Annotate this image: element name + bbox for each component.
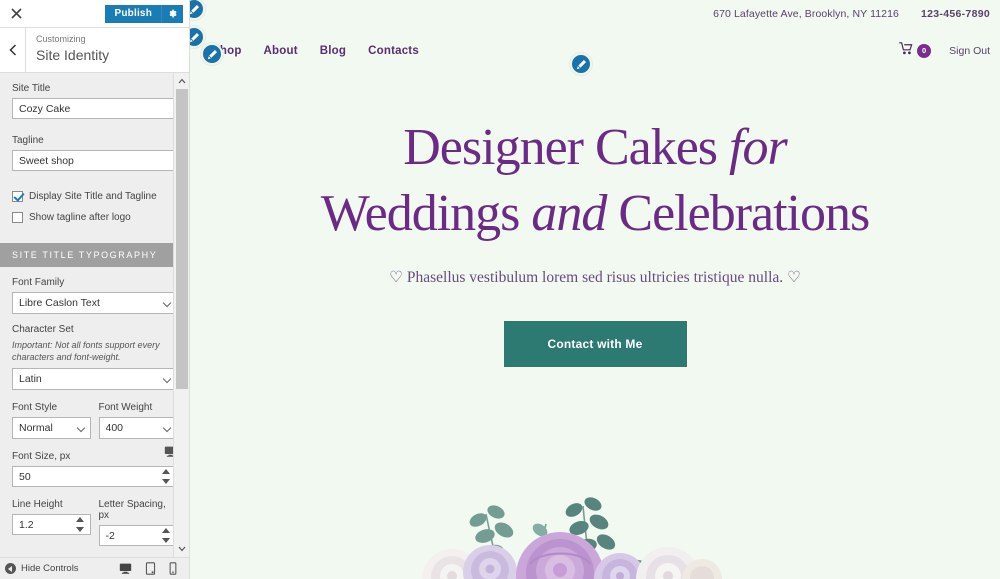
customizer-footer: Hide Controls [0,557,189,579]
desktop-preview-icon[interactable] [119,562,132,575]
cart-count-badge: 0 [917,43,932,58]
nav-right-group: 0 Sign Out [899,41,990,60]
control-line-letter: Line Height Letter Spacing, px [0,493,189,552]
customizer-panel-header: Customizing Site Identity [0,28,189,73]
site-navigation: Shop About Blog Contacts 0 Sign Out [190,28,1000,73]
hero-title-line2: Weddings and Celebrations [320,184,871,242]
display-title-tagline-checkbox[interactable] [12,191,23,202]
edit-pencil-nav[interactable] [201,43,223,65]
scrollbar-thumb[interactable] [176,89,188,389]
scrollbar-track[interactable] [174,89,189,541]
control-display-toggles: Display Site Title and Tagline Show tagl… [0,177,189,229]
site-preview: 670 Lafayette Ave, Brooklyn, NY 11216 12… [190,0,1000,579]
site-address: 670 Lafayette Ave, Brooklyn, NY 11216 [713,8,899,20]
panel-eyebrow: Customizing [36,34,86,44]
letter-spacing-stepper[interactable] [162,528,173,543]
customizer-topbar: Publish [0,0,189,28]
font-weight-label: Font Weight [98,402,153,413]
font-family-select[interactable]: Libre Caslon Text [12,292,177,314]
show-tagline-after-logo-row[interactable]: Show tagline after logo [12,212,177,223]
control-tagline: Tagline [0,125,189,177]
customizer-controls-scroll[interactable]: Site Title Tagline Display Site Title an… [0,73,189,557]
scroll-up-arrow[interactable] [174,73,189,89]
line-height-label: Line Height [12,499,63,510]
nav-link-about[interactable]: About [264,45,298,57]
show-tagline-after-logo-label[interactable]: Show tagline after logo [29,212,131,223]
font-size-input[interactable] [12,466,177,487]
sign-out-link[interactable]: Sign Out [949,45,990,57]
font-style-select[interactable]: Normal [12,417,91,439]
floral-bouquet-image [190,484,1000,579]
control-font-family: Font Family Libre Caslon Text [0,267,189,320]
control-transform-color: Text Transform None Site Title color Sel… [0,552,189,557]
font-family-label: Font Family [12,277,65,288]
device-preview-group [119,562,183,575]
nav-link-blog[interactable]: Blog [320,45,346,57]
site-topbar: 670 Lafayette Ave, Brooklyn, NY 11216 12… [190,0,1000,28]
hide-controls-button[interactable]: Hide Controls [5,563,79,574]
gear-icon[interactable] [161,4,183,23]
publish-group: Publish [105,4,183,23]
hero-subtitle: ♡ Phasellus vestibulum lorem sed risus u… [389,269,801,287]
chevron-left-icon[interactable] [0,28,26,72]
control-character-set: Character Set Important: Not all fonts s… [0,320,189,396]
section-site-title-typography[interactable]: Site Title Typography [0,243,189,267]
hero-title-line1: Designer Cakes for [403,119,787,176]
tagline-input[interactable] [12,150,177,171]
font-size-stepper[interactable] [162,469,173,484]
mobile-preview-icon[interactable] [169,562,177,575]
font-size-label: Font Size, px [12,451,71,462]
character-set-label: Character Set [12,324,74,335]
tablet-preview-icon[interactable] [145,562,156,575]
scroll-down-arrow[interactable] [174,541,189,557]
display-title-tagline-label[interactable]: Display Site Title and Tagline [29,191,157,202]
hide-controls-label: Hide Controls [21,563,79,574]
customizer-sidebar: Publish Customizing Site Identity Site T… [0,0,190,579]
character-set-select[interactable]: Latin [12,368,177,390]
letter-spacing-label: Letter Spacing, px [98,499,166,521]
display-title-tagline-row[interactable]: Display Site Title and Tagline [12,191,177,202]
tagline-label: Tagline [12,135,44,146]
site-title-input[interactable] [12,98,177,119]
collapse-arrow-icon [5,563,16,574]
sidebar-scrollbar[interactable] [173,73,189,557]
hero-title: Designer Cakes for Weddings and Celebrat… [190,115,1000,246]
publish-button[interactable]: Publish [105,4,161,23]
panel-title: Site Identity [36,47,110,63]
control-style-weight: Font Style Normal Font Weight 400 [0,396,189,445]
hero-section: Designer Cakes for Weddings and Celebrat… [190,73,1000,368]
control-site-title: Site Title [0,73,189,125]
show-tagline-after-logo-checkbox[interactable] [12,212,23,223]
cart-button[interactable]: 0 [899,41,932,60]
edit-pencil-hero[interactable] [570,53,592,75]
shopping-cart-icon [899,41,914,60]
site-phone[interactable]: 123-456-7890 [921,8,990,20]
control-font-size: Font Size, px [0,445,189,493]
close-icon[interactable] [4,2,28,26]
font-weight-select[interactable]: 400 [98,417,177,439]
nav-links: Shop About Blog Contacts [212,45,419,57]
site-title-label: Site Title [12,83,51,94]
contact-cta-button[interactable]: Contact with Me [503,321,687,368]
line-height-stepper[interactable] [75,517,87,532]
customizer-screen: Publish Customizing Site Identity Site T… [0,0,1000,579]
nav-link-contacts[interactable]: Contacts [368,45,419,57]
font-style-label: Font Style [12,402,58,413]
character-set-note: Important: Not all fonts support every c… [12,340,160,362]
